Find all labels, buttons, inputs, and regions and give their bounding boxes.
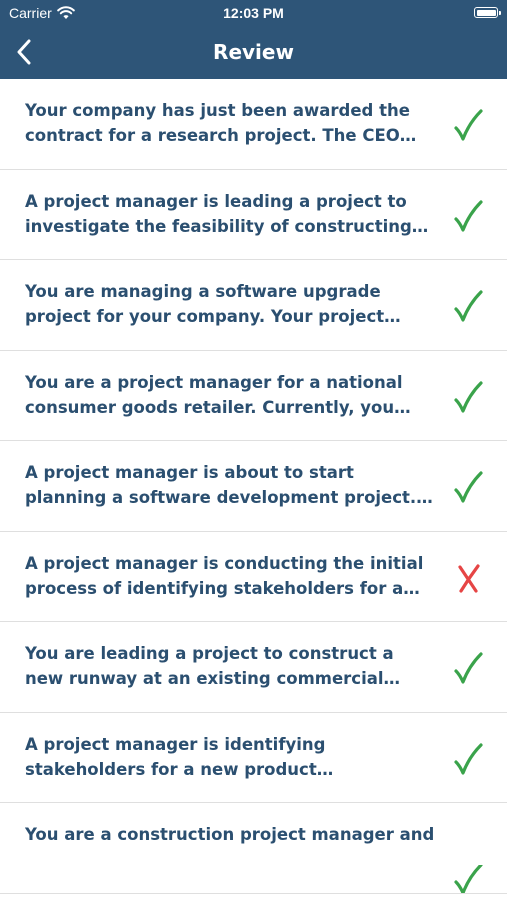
checkmark-stroke (454, 290, 483, 322)
checkmark-stroke (454, 471, 483, 503)
question-text: A project manager is conducting the init… (25, 553, 424, 598)
review-item[interactable]: You are a construction project manager a… (0, 803, 507, 894)
question-text: A project manager is identifying stakeho… (25, 734, 326, 779)
review-list: Your company has just been awarded the c… (0, 79, 507, 900)
question-text: You are leading a project to construct a… (25, 644, 394, 688)
battery-icon (474, 7, 501, 18)
question-text: You are managing a software upgrade proj… (25, 282, 385, 326)
checkmark-icon (452, 289, 484, 323)
checkmark-stroke (454, 109, 483, 141)
checkmark-stroke (454, 380, 483, 413)
status-bar: Carrier 12:03 PM (0, 0, 507, 28)
battery-level (476, 9, 496, 16)
review-item[interactable]: You are a project manager for a national… (0, 351, 507, 441)
header: Carrier 12:03 PM Review (0, 0, 507, 79)
checkmark-icon (452, 651, 484, 685)
question-text: A project manager is leading a project t… (25, 191, 412, 236)
checkmark-stroke (454, 742, 483, 775)
review-item[interactable]: A project manager is leading a project t… (0, 170, 507, 260)
cross-icon (452, 561, 484, 595)
nav-bar: Review (0, 28, 507, 79)
review-item[interactable]: You are managing a software upgrade proj… (0, 260, 507, 351)
review-item[interactable]: A project manager is conducting the init… (0, 532, 507, 622)
checkmark-icon (452, 108, 484, 142)
checkmark-icon (452, 470, 484, 504)
checkmark-icon (452, 380, 484, 414)
checkmark-icon (452, 742, 484, 776)
review-item[interactable]: Your company has just been awarded the c… (0, 79, 507, 170)
checkmark-icon (452, 865, 484, 893)
review-item[interactable]: A project manager is identifying stakeho… (0, 713, 507, 803)
checkmark-stroke (454, 199, 483, 232)
cross-stroke (458, 563, 480, 593)
checkmark-icon (452, 199, 484, 233)
checkmark-stroke (454, 652, 483, 684)
review-item[interactable]: You are leading a project to construct a… (0, 622, 507, 713)
question-text: Your company has just been awarded the c… (25, 101, 410, 145)
review-item[interactable]: A project manager is about to start plan… (0, 441, 507, 532)
status-time: 12:03 PM (223, 5, 284, 21)
question-text: You are a project manager for a national… (25, 372, 403, 417)
question-text: A project manager is about to start plan… (25, 463, 417, 507)
page-title: Review (213, 40, 294, 64)
question-text: You are a construction project manager a… (25, 825, 435, 844)
checkmark-stroke (454, 865, 483, 893)
